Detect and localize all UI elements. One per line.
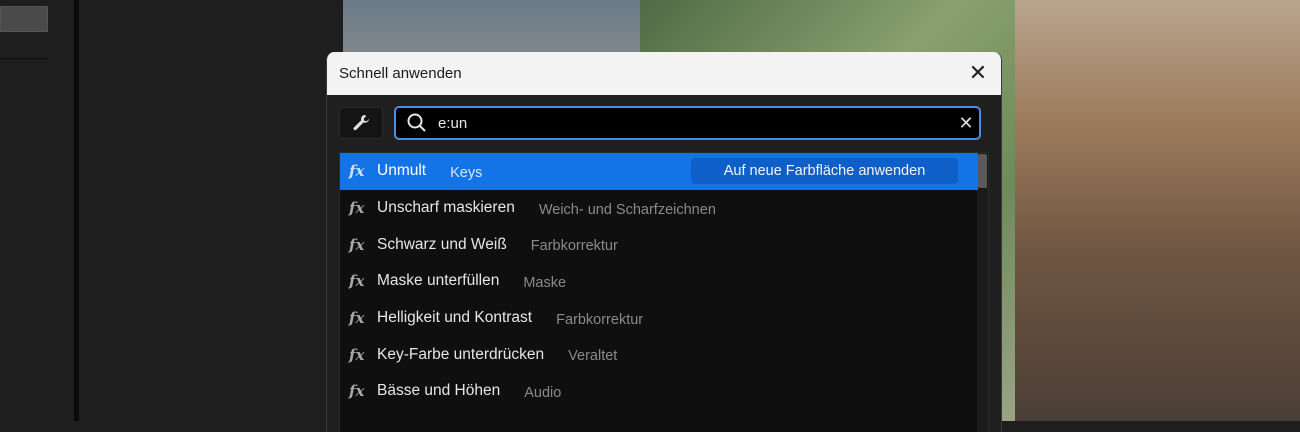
effect-name: Schwarz und Weiß [377, 235, 507, 253]
effect-category: Maske [523, 274, 567, 291]
result-item[interactable]: fx Schwarz und Weiß Farbkorrektur [340, 226, 978, 263]
search-value[interactable]: e:un [438, 115, 953, 132]
result-item[interactable]: fx Unmult Keys Auf neue Farbfläche anwenden [340, 153, 978, 190]
panel-divider [0, 58, 48, 59]
result-item[interactable]: fx Maske unterfüllen Maske [340, 263, 978, 300]
fx-icon: fx [349, 345, 365, 364]
fx-icon: fx [349, 382, 365, 401]
panel-field[interactable] [0, 6, 48, 32]
clear-search-icon[interactable]: ✕ [953, 113, 979, 134]
effect-category: Farbkorrektur [556, 311, 644, 328]
effect-category: Veraltet [568, 348, 618, 365]
effect-category: Audio [524, 384, 562, 401]
dialog-titlebar: Schnell anwenden ✕ [327, 52, 1001, 95]
effect-name: Bässe und Höhen [377, 382, 501, 400]
scrollbar[interactable] [977, 153, 988, 432]
effect-category: Weich- und Scharfzeichnen [538, 201, 716, 218]
effect-name: Unmult [377, 162, 427, 180]
composition-image-building [1015, 0, 1300, 421]
fx-icon: fx [349, 272, 365, 291]
fx-icon: fx [349, 309, 365, 328]
search-input[interactable]: e:un ✕ [394, 106, 981, 140]
fx-icon: fx [349, 199, 365, 218]
result-item[interactable]: fx Unscharf maskieren Weich- und Scharfzei… [340, 190, 978, 227]
effect-name: Key-Farbe unterdrücken [377, 345, 545, 363]
scrollbar-thumb[interactable] [978, 154, 987, 188]
quick-apply-dialog: Schnell anwenden ✕ e:un ✕ fx Unmult Keys Au… [326, 52, 1002, 432]
wrench-icon [353, 115, 369, 131]
effect-name: Unscharf maskieren [377, 199, 515, 217]
effect-category: Keys [450, 164, 483, 181]
search-icon [407, 113, 426, 132]
result-item[interactable]: fx Key-Farbe unterdrücken Veraltet [340, 336, 978, 373]
results-list: fx Unmult Keys Auf neue Farbfläche anwenden… [339, 152, 989, 432]
settings-button[interactable] [339, 107, 383, 139]
effect-name: Maske unterfüllen [377, 272, 500, 290]
panel-splitter[interactable] [74, 0, 79, 421]
fx-icon: fx [349, 235, 365, 254]
fx-icon: fx [349, 162, 365, 181]
result-item[interactable]: fx Bässe und Höhen Audio [340, 373, 978, 410]
result-item[interactable]: fx Helligkeit und Kontrast Farbkorrektur [340, 300, 978, 337]
effect-category: Farbkorrektur [530, 238, 618, 255]
apply-to-new-solid-button[interactable]: Auf neue Farbfläche anwenden [691, 158, 958, 184]
left-panel [0, 0, 74, 421]
effect-name: Helligkeit und Kontrast [377, 309, 533, 327]
dialog-title: Schnell anwenden [339, 65, 462, 82]
close-icon[interactable]: ✕ [967, 62, 989, 84]
